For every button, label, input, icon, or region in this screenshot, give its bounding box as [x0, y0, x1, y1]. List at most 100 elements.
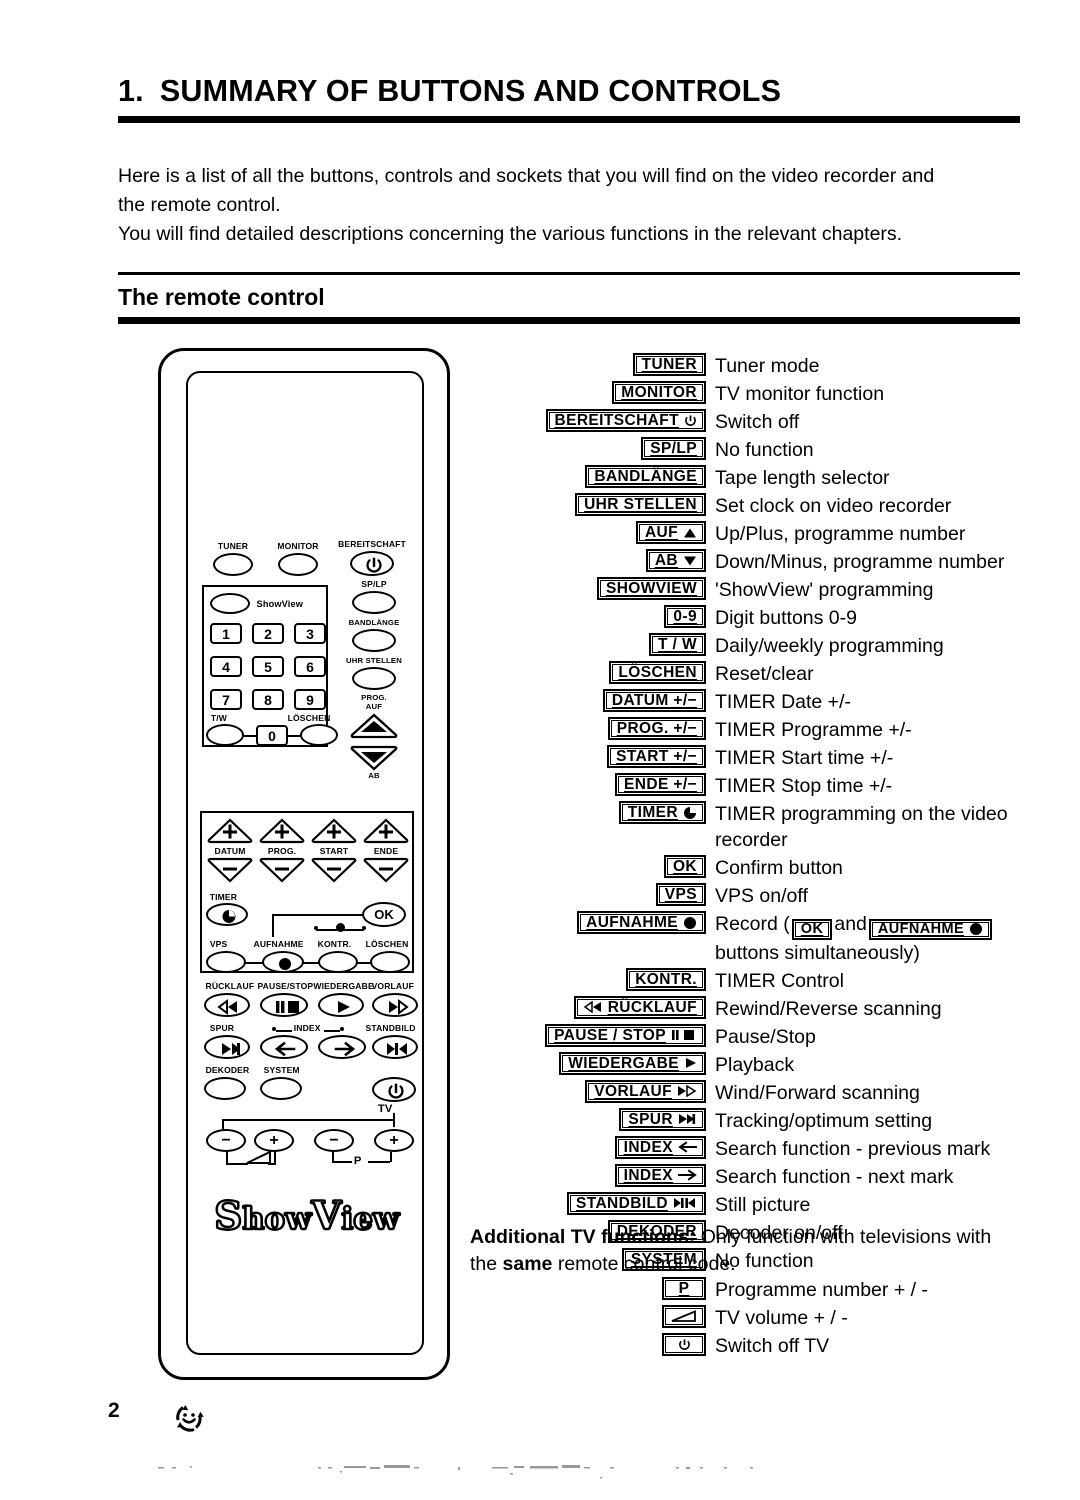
- legend-key-box[interactable]: MONITOR: [612, 381, 706, 404]
- remote-button-vorlauf[interactable]: [372, 993, 418, 1017]
- legend-key-box[interactable]: OK: [791, 918, 833, 940]
- remote-button-tuner[interactable]: [213, 553, 253, 576]
- remote-key-6[interactable]: 6: [294, 656, 326, 677]
- remote-key-7[interactable]: 7: [210, 689, 242, 710]
- remote-label-system: SYSTEM: [263, 1065, 300, 1075]
- remote-button-vps[interactable]: [206, 951, 246, 973]
- legend-key-box[interactable]: BEREITSCHAFT: [545, 409, 706, 432]
- remote-button-datum-minus[interactable]: [206, 857, 254, 888]
- triangle-down-minus-icon: [207, 857, 253, 883]
- record-dot-icon: [970, 923, 983, 936]
- remote-button-aufnahme[interactable]: [262, 951, 304, 973]
- remote-button-prog-plus[interactable]: [258, 818, 306, 849]
- legend-key-box[interactable]: P: [662, 1277, 706, 1300]
- remote-button-bandlaenge[interactable]: [352, 629, 396, 652]
- legend-key-box[interactable]: PAUSE / STOP: [545, 1023, 706, 1047]
- legend-key-box[interactable]: [662, 1333, 706, 1356]
- legend-key-box[interactable]: INDEX: [614, 1163, 706, 1187]
- legend-key-label: AUFNAHME: [586, 913, 678, 931]
- remote-button-kontr[interactable]: [318, 951, 358, 973]
- remote-button-splp[interactable]: [352, 591, 396, 614]
- remote-key-8[interactable]: 8: [252, 689, 284, 710]
- remote-button-prog-auf[interactable]: [349, 713, 399, 744]
- remote-key-2[interactable]: 2: [252, 623, 284, 644]
- remote-key-5[interactable]: 5: [252, 656, 284, 677]
- remote-button-spur[interactable]: [204, 1035, 250, 1059]
- remote-button-system[interactable]: [260, 1077, 302, 1100]
- scan-noise: [0, 1455, 1080, 1481]
- remote-button-ok[interactable]: OK: [362, 902, 406, 927]
- legend-key-box[interactable]: VPS: [655, 883, 706, 906]
- legend-key-box[interactable]: ENDE +/−: [615, 773, 706, 796]
- legend-key-cell: KONTR.: [470, 967, 715, 991]
- remote-button-standbild[interactable]: [372, 1035, 418, 1059]
- remote-key-1[interactable]: 1: [210, 623, 242, 644]
- remote-button-dekoder[interactable]: [204, 1077, 246, 1100]
- remote-button-ruecklauf[interactable]: [204, 993, 250, 1017]
- remote-button-start-minus[interactable]: [310, 857, 358, 888]
- legend-key-box[interactable]: AUFNAHME: [868, 918, 993, 940]
- legend-key-label: SPUR: [628, 1110, 673, 1128]
- remote-button-ende-plus[interactable]: [362, 818, 410, 849]
- legend-key-box[interactable]: UHR STELLEN: [575, 493, 706, 516]
- remote-label-loeschen: LÖSCHEN: [365, 939, 409, 949]
- remote-button-uhr-stellen[interactable]: [352, 667, 396, 690]
- legend-key-box[interactable]: STANDBILD: [567, 1191, 706, 1215]
- legend-key-box[interactable]: 0-9: [664, 605, 706, 628]
- legend-key-box[interactable]: BANDLÄNGE: [585, 465, 706, 488]
- remote-button-monitor[interactable]: [278, 553, 318, 576]
- legend-description: TV monitor function: [715, 383, 885, 405]
- remote-button-tw[interactable]: [206, 724, 244, 746]
- legend-key-box[interactable]: TIMER: [618, 801, 706, 824]
- remote-button-prog-minus[interactable]: [258, 857, 306, 888]
- legend-key-box[interactable]: START +/−: [607, 745, 706, 768]
- legend-key-box[interactable]: PROG. +/−: [607, 717, 706, 740]
- legend-key-box[interactable]: WIEDERGABE: [559, 1051, 706, 1075]
- legend-key-label: TUNER: [641, 355, 697, 373]
- remote-key-9[interactable]: 9: [294, 689, 326, 710]
- legend-description: TIMER Stop time +/-: [715, 775, 893, 797]
- remote-button-wiedergabe[interactable]: [318, 993, 364, 1017]
- remote-button-pausestop[interactable]: [260, 993, 308, 1017]
- remote-button-volume-minus[interactable]: −: [206, 1129, 246, 1152]
- remote-label-index: INDEX: [293, 1023, 321, 1033]
- legend-row: SHOWVIEW 'ShowView' programming: [470, 576, 1040, 603]
- remote-button-tv-power[interactable]: [372, 1077, 416, 1102]
- legend-key-box[interactable]: SPUR: [619, 1107, 706, 1131]
- legend-key-box[interactable]: SP/LP: [641, 437, 706, 460]
- legend-key-box[interactable]: VORLAUF: [585, 1079, 706, 1103]
- still-picture-icon: [674, 1198, 695, 1209]
- legend-key-box[interactable]: OK: [663, 855, 706, 878]
- legend-key-box[interactable]: T / W: [648, 633, 706, 656]
- remote-button-datum-plus[interactable]: [206, 818, 254, 849]
- legend-key-box[interactable]: AUF: [635, 521, 706, 544]
- legend-key-box[interactable]: SHOWVIEW: [596, 577, 706, 600]
- remote-key-4[interactable]: 4: [210, 656, 242, 677]
- remote-button-ende-minus[interactable]: [362, 857, 410, 888]
- legend-key-box[interactable]: LÖSCHEN: [609, 661, 706, 684]
- legend-key-box[interactable]: INDEX: [614, 1135, 706, 1159]
- legend-key-box[interactable]: [662, 1305, 706, 1328]
- remote-button-showview[interactable]: [210, 593, 250, 614]
- remote-button-index-next[interactable]: [318, 1035, 366, 1059]
- legend-key-box[interactable]: RÜCKLAUF: [573, 995, 706, 1019]
- remote-button-loeschen[interactable]: [370, 951, 410, 973]
- remote-key-0[interactable]: 0: [256, 725, 288, 746]
- remote-button-programme-minus[interactable]: −: [314, 1129, 354, 1152]
- legend-key-box[interactable]: AB: [645, 549, 706, 572]
- remote-button-index-prev[interactable]: [260, 1035, 308, 1059]
- remote-key-3[interactable]: 3: [294, 623, 326, 644]
- remote-button-bereitschaft[interactable]: [350, 551, 394, 576]
- legend-key-label: START +/−: [616, 747, 697, 765]
- remote-button-timer[interactable]: [206, 903, 248, 926]
- legend-key-box[interactable]: AUFNAHME: [577, 911, 706, 934]
- remote-button-volume-plus[interactable]: +: [254, 1129, 294, 1152]
- legend-key-cell: INDEX: [470, 1163, 715, 1187]
- legend-key-box[interactable]: TUNER: [632, 353, 706, 376]
- legend-key-label: UHR STELLEN: [584, 495, 697, 513]
- remote-button-programme-plus[interactable]: +: [374, 1129, 414, 1152]
- remote-button-loeschen-keypad[interactable]: [300, 724, 338, 746]
- remote-button-start-plus[interactable]: [310, 818, 358, 849]
- legend-key-box[interactable]: KONTR.: [626, 967, 706, 991]
- legend-key-box[interactable]: DATUM +/−: [602, 689, 706, 712]
